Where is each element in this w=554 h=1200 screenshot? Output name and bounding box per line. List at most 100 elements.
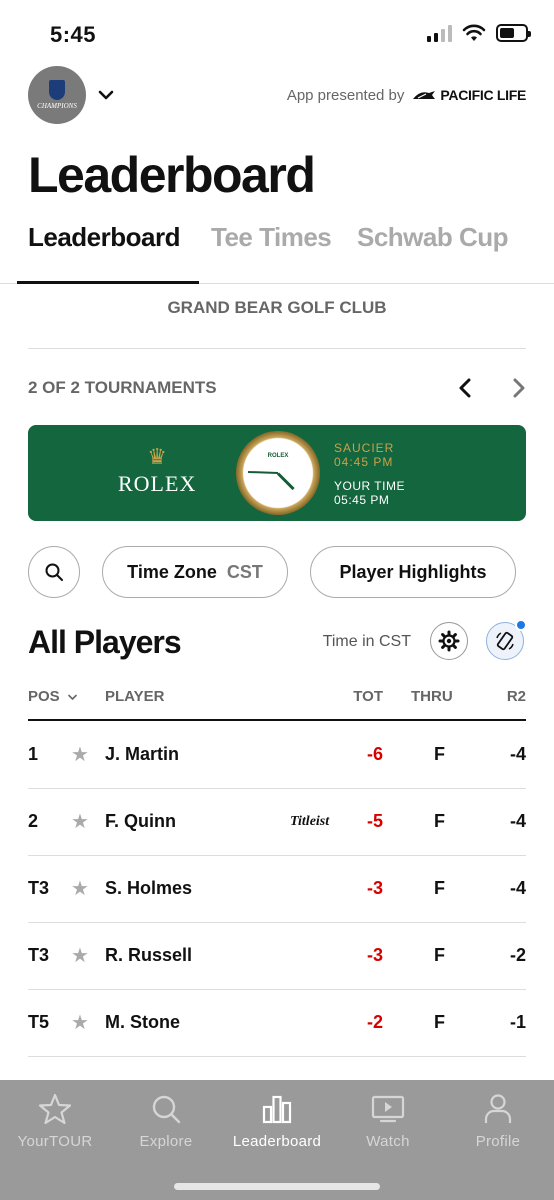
tab-yourtour[interactable]: YourTOUR: [0, 1092, 110, 1150]
chevron-down-icon[interactable]: [98, 89, 114, 101]
col-pos-label: POS: [28, 688, 60, 705]
home-indicator: [174, 1183, 380, 1190]
pacific-life-logo: PACIFIC LIFE: [412, 87, 526, 103]
presented-by-label: App presented by: [286, 86, 405, 104]
row-player-name: J. Martin: [105, 744, 180, 764]
tour-selector[interactable]: CHAMPIONS: [28, 66, 114, 124]
row-r2: -1: [509, 1012, 526, 1032]
bottom-tab-bar: YourTOUR Explore Leaderboard Watch Profi…: [0, 1080, 554, 1200]
row-player-name: M. Stone: [105, 1012, 180, 1032]
location-label: SAUCIER: [334, 441, 395, 455]
favorite-star-icon[interactable]: ★: [71, 876, 89, 901]
gear-icon: [438, 630, 460, 652]
chevron-left-icon[interactable]: [458, 378, 472, 398]
header-row: CHAMPIONS App presented by PACIFIC LIFE: [28, 66, 526, 124]
status-bar: 5:45: [0, 0, 554, 64]
tab-leaderboard-nav[interactable]: Leaderboard: [222, 1092, 332, 1150]
settings-button[interactable]: [430, 622, 468, 660]
sort-chevron-icon: [68, 694, 77, 701]
row-thru: F: [434, 878, 445, 898]
row-position: T3: [28, 945, 50, 965]
rolex-banner[interactable]: ♛ ROLEX ROLEX SAUCIER 04:45 PM YOUR TIME…: [28, 425, 526, 521]
row-r2: -4: [509, 811, 526, 831]
tab-tee-times[interactable]: Tee Times: [211, 222, 332, 253]
tournament-count: 2 OF 2 TOURNAMENTS: [28, 378, 217, 397]
wifi-icon: [462, 24, 486, 41]
tab-explore[interactable]: Explore: [111, 1092, 221, 1150]
presented-by: App presented by PACIFIC LIFE: [287, 87, 526, 104]
person-icon: [484, 1094, 512, 1123]
search-button[interactable]: [28, 546, 80, 598]
row-r2: -4: [509, 744, 526, 764]
table-row[interactable]: T5 ★ M. Stone -2 F -1: [28, 990, 526, 1057]
col-pos-header[interactable]: POS: [28, 688, 77, 705]
tour-logo[interactable]: CHAMPIONS: [28, 66, 86, 124]
leaderboard-icon: [262, 1095, 292, 1124]
row-position: T5: [28, 1012, 50, 1032]
rotate-device-icon: [496, 631, 514, 651]
tab-label: Watch: [366, 1133, 410, 1150]
row-position: 2: [28, 811, 39, 831]
tournament-switcher: 2 OF 2 TOURNAMENTS: [28, 376, 526, 400]
row-total: -2: [366, 1012, 383, 1032]
rolex-clock: ROLEX: [236, 431, 320, 515]
section-title: All Players: [28, 624, 182, 660]
search-icon: [152, 1095, 181, 1124]
table-row[interactable]: 1 ★ J. Martin -6 F -4: [28, 722, 526, 789]
page-title: Leaderboard: [28, 147, 316, 203]
col-thru-header: THRU: [411, 688, 453, 705]
time-zone-label: Time Zone: [127, 561, 217, 582]
favorite-star-icon[interactable]: ★: [71, 809, 89, 834]
notification-dot: [515, 619, 527, 631]
row-position: 1: [28, 744, 39, 764]
tab-profile[interactable]: Profile: [443, 1092, 553, 1150]
row-thru: F: [434, 811, 445, 831]
star-icon: [38, 1093, 72, 1125]
tab-watch[interactable]: Watch: [333, 1092, 443, 1150]
clock-brand: ROLEX: [267, 453, 289, 459]
chevron-right-icon[interactable]: [512, 378, 526, 398]
tab-label: YourTOUR: [17, 1133, 93, 1150]
leaderboard-rows: 1 ★ J. Martin -6 F -4 2 ★ F. Quinn Title…: [28, 722, 526, 1057]
tour-logo-text: CHAMPIONS: [37, 102, 77, 110]
favorite-star-icon[interactable]: ★: [71, 943, 89, 968]
active-tab-indicator: [17, 281, 199, 284]
time-zone-value: CST: [226, 561, 263, 582]
player-highlights-button[interactable]: Player Highlights: [310, 546, 516, 598]
table-row[interactable]: T3 ★ R. Russell -3 F -2: [28, 923, 526, 990]
row-total: -5: [366, 811, 383, 831]
clock-minute-hand: [247, 470, 279, 474]
clock-hour-hand: [276, 472, 295, 491]
tab-leaderboard[interactable]: Leaderboard: [28, 222, 181, 253]
tab-label: Profile: [475, 1133, 521, 1150]
row-total: -3: [366, 878, 383, 898]
status-time: 5:45: [50, 22, 97, 47]
tournament-nav: [458, 378, 526, 398]
search-icon: [45, 563, 63, 581]
filter-bar: Time Zone CST Player Highlights: [28, 546, 526, 598]
table-row[interactable]: T3 ★ S. Holmes -3 F -4: [28, 856, 526, 923]
row-total: -6: [366, 744, 383, 764]
location-time: 04:45 PM: [334, 455, 394, 469]
battery-icon: [496, 24, 531, 42]
row-thru: F: [434, 1012, 445, 1032]
titleist-logo: Titleist: [290, 814, 330, 829]
row-thru: F: [434, 744, 445, 764]
all-players-header: All Players Time in CST: [28, 619, 527, 664]
favorite-star-icon[interactable]: ★: [71, 742, 89, 767]
your-time-label: YOUR TIME: [334, 479, 405, 493]
rolex-wordmark: ROLEX: [118, 471, 197, 496]
row-r2: -2: [509, 945, 526, 965]
cellular-signal-icon: [427, 24, 452, 42]
course-name: GRAND BEAR GOLF CLUB: [28, 298, 526, 349]
favorite-star-icon[interactable]: ★: [71, 1010, 89, 1035]
row-r2: -4: [509, 878, 526, 898]
table-header: POS PLAYER TOT THRU R2: [28, 684, 526, 721]
rolex-times: SAUCIER 04:45 PM YOUR TIME 05:45 PM: [334, 441, 405, 507]
table-row[interactable]: 2 ★ F. Quinn Titleist -5 F -4: [28, 789, 526, 856]
time-zone-button[interactable]: Time Zone CST: [102, 546, 288, 598]
col-player-header: PLAYER: [105, 688, 165, 705]
tab-schwab-cup[interactable]: Schwab Cup: [357, 222, 509, 253]
rotate-view-button[interactable]: [486, 619, 527, 660]
time-in-label: Time in CST: [322, 633, 411, 650]
